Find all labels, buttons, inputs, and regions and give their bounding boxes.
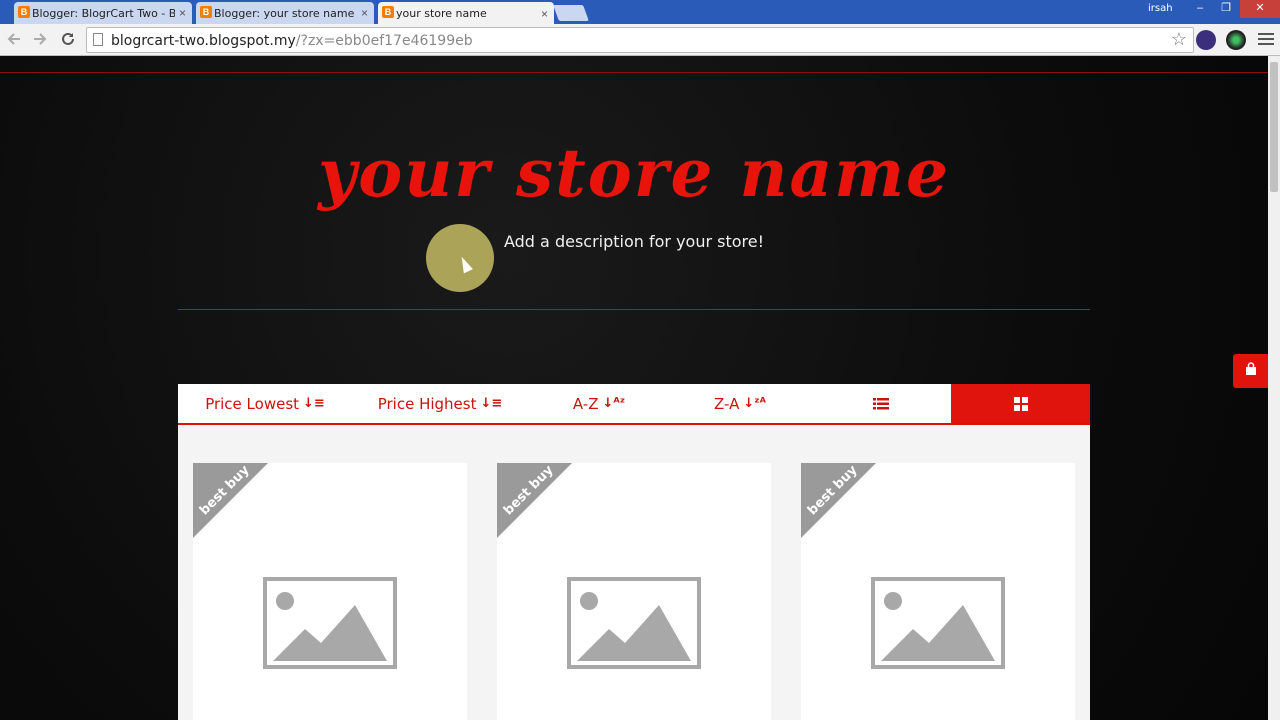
sort-label: Price Lowest bbox=[205, 394, 300, 413]
blogger-favicon-icon: B bbox=[382, 6, 394, 18]
sort-toolbar: Price Lowest ↓≡ Price Highest ↓≡ A-Z ↓ᴬᶻ… bbox=[178, 384, 1090, 425]
page-scrollbar[interactable] bbox=[1268, 56, 1280, 720]
header-divider bbox=[178, 309, 1090, 310]
sort-amount-desc-icon: ↓≡ bbox=[480, 396, 503, 411]
page-icon bbox=[93, 33, 103, 46]
store-description: Add a description for your store! bbox=[503, 232, 765, 251]
grid-icon bbox=[1013, 396, 1028, 411]
list-view-button[interactable] bbox=[810, 384, 951, 423]
store-page: your store name Add a description for yo… bbox=[0, 56, 1268, 720]
store-title[interactable]: your store name bbox=[0, 134, 1268, 212]
sort-price-lowest-button[interactable]: Price Lowest ↓≡ bbox=[178, 384, 352, 423]
url-path: /?zx=ebb0ef17e46199eb bbox=[295, 33, 473, 49]
product-card[interactable]: best buy bbox=[497, 463, 771, 720]
browser-toolbar: blogrcart-two.blogspot.my/?zx=ebb0ef17e4… bbox=[0, 24, 1280, 56]
sort-alpha-asc-icon: ↓ᴬᶻ bbox=[602, 396, 626, 411]
forward-icon[interactable] bbox=[30, 30, 50, 50]
browser-tab-strip: B Blogger: BlogrCart Two - B × B Blogger… bbox=[0, 0, 1280, 25]
extension-icon[interactable] bbox=[1226, 30, 1246, 50]
grid-view-button[interactable] bbox=[951, 384, 1090, 423]
product-card[interactable]: best buy bbox=[801, 463, 1075, 720]
header-top-divider bbox=[0, 72, 1268, 73]
sort-label: A-Z bbox=[572, 394, 599, 413]
profile-name[interactable]: irsah bbox=[1148, 3, 1173, 14]
tab-close-icon[interactable]: × bbox=[541, 7, 548, 21]
minimize-icon[interactable]: – bbox=[1188, 0, 1212, 18]
tab-close-icon[interactable]: × bbox=[179, 6, 186, 20]
tab-close-icon[interactable]: × bbox=[361, 6, 368, 20]
shopping-bag-button[interactable] bbox=[1233, 354, 1268, 388]
address-bar[interactable]: blogrcart-two.blogspot.my/?zx=ebb0ef17e4… bbox=[86, 27, 1194, 53]
browser-menu-icon[interactable] bbox=[1258, 30, 1274, 50]
tab-title: your store name bbox=[396, 7, 487, 20]
image-placeholder-icon bbox=[567, 577, 701, 669]
url-host: blogrcart-two.blogspot.my bbox=[111, 33, 296, 49]
blogger-favicon-icon: B bbox=[18, 6, 30, 18]
sort-label: Z-A bbox=[713, 394, 740, 413]
url-text[interactable]: blogrcart-two.blogspot.my/?zx=ebb0ef17e4… bbox=[111, 33, 473, 49]
sort-a-z-button[interactable]: A-Z ↓ᴬᶻ bbox=[528, 384, 670, 423]
browser-tab[interactable]: B Blogger: your store name × bbox=[196, 2, 374, 24]
sort-z-a-button[interactable]: Z-A ↓ᶻᴬ bbox=[670, 384, 810, 423]
bookmark-star-icon[interactable]: ☆ bbox=[1171, 29, 1187, 50]
tab-title: Blogger: BlogrCart Two - B bbox=[32, 6, 175, 20]
window-close-icon[interactable]: ✕ bbox=[1240, 0, 1280, 18]
tab-title: Blogger: your store name bbox=[214, 6, 355, 20]
sort-alpha-desc-icon: ↓ᶻᴬ bbox=[743, 396, 766, 411]
browser-tab-active[interactable]: B your store name × bbox=[378, 2, 554, 25]
scrollbar-thumb[interactable] bbox=[1270, 62, 1278, 192]
product-card[interactable]: best buy bbox=[193, 463, 467, 720]
shopping-bag-icon bbox=[1245, 362, 1256, 375]
extension-icon[interactable] bbox=[1196, 30, 1216, 50]
image-placeholder-icon bbox=[263, 577, 397, 669]
sort-amount-asc-icon: ↓≡ bbox=[303, 396, 325, 411]
new-tab-button[interactable] bbox=[553, 5, 589, 21]
list-icon bbox=[872, 397, 889, 409]
reload-icon[interactable] bbox=[58, 30, 78, 50]
image-placeholder-icon bbox=[871, 577, 1005, 669]
browser-tab[interactable]: B Blogger: BlogrCart Two - B × bbox=[14, 2, 192, 24]
maximize-icon[interactable]: ❐ bbox=[1214, 0, 1238, 18]
blogger-favicon-icon: B bbox=[200, 6, 212, 18]
product-grid: best buy best buy best buy bbox=[178, 425, 1090, 720]
back-icon[interactable] bbox=[4, 30, 24, 50]
sort-price-highest-button[interactable]: Price Highest ↓≡ bbox=[352, 384, 528, 423]
sort-label: Price Highest bbox=[377, 394, 477, 413]
